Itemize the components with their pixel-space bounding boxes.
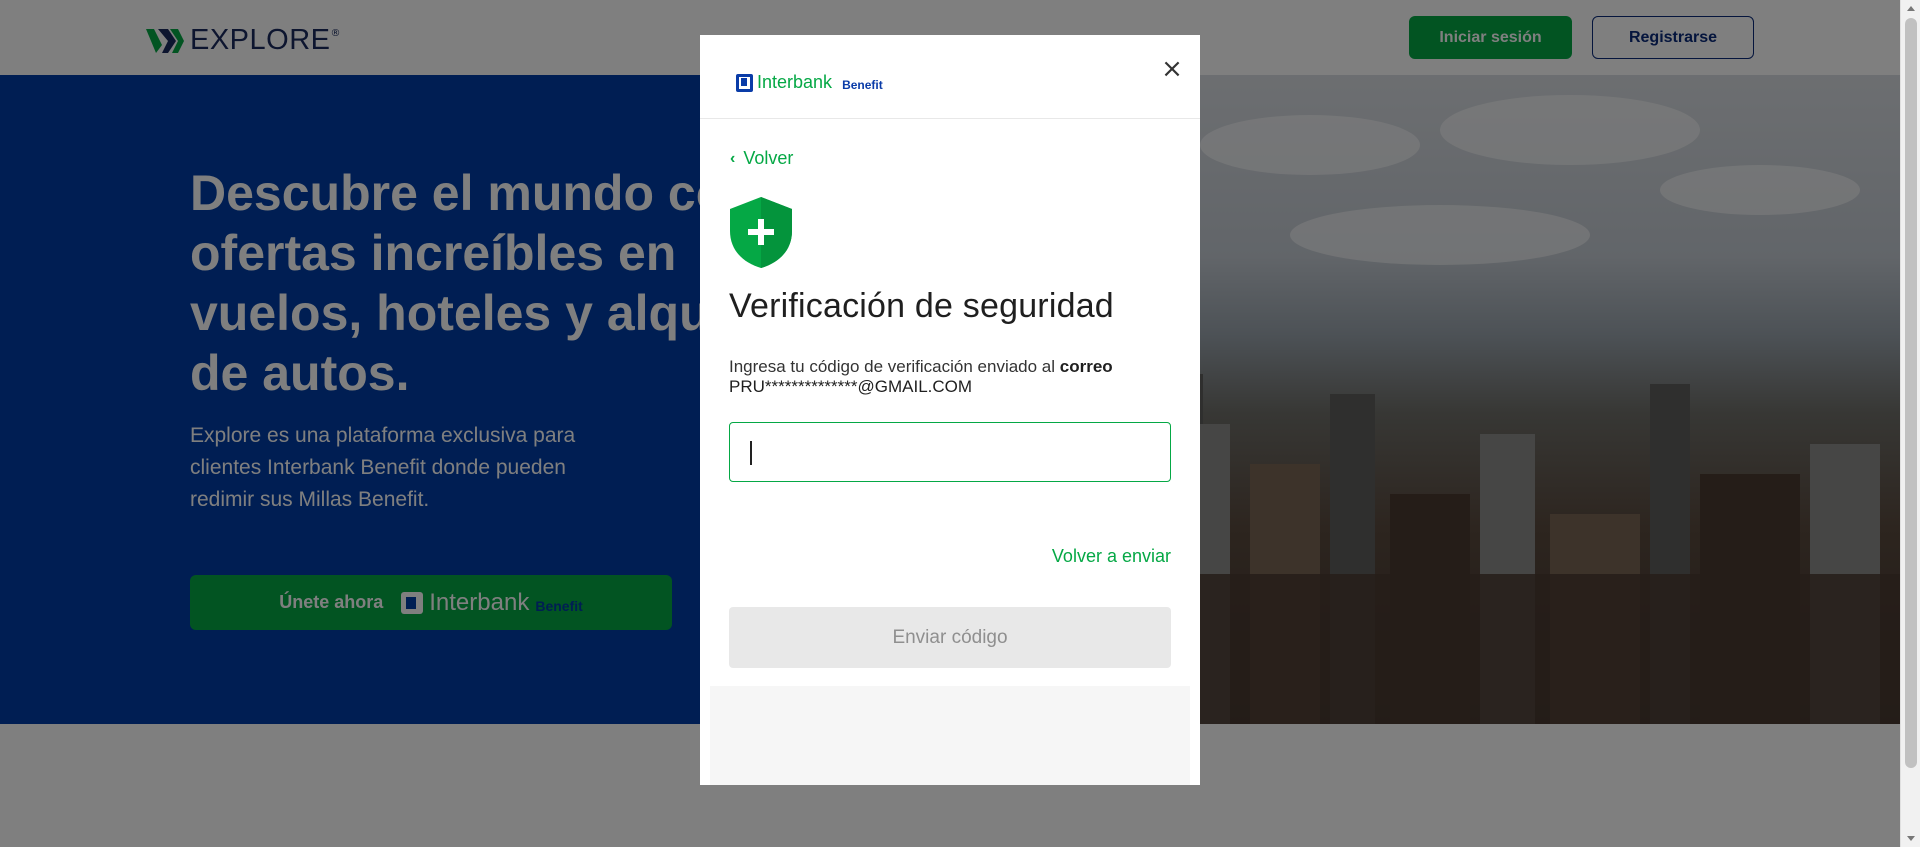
send-code-button[interactable]: Enviar código xyxy=(729,607,1171,668)
back-link[interactable]: ‹ Volver xyxy=(730,148,793,169)
resend-code-link[interactable]: Volver a enviar xyxy=(1040,546,1171,567)
modal-body: ‹ Volver Verificación de seguridad Ingre… xyxy=(710,120,1190,686)
modal-header: Interbank Benefit × xyxy=(700,35,1200,119)
scrollbar-thumb[interactable] xyxy=(1905,18,1917,768)
close-icon[interactable]: × xyxy=(1160,56,1184,82)
security-verification-modal: Interbank Benefit × ‹ Volver Verificació… xyxy=(700,35,1200,785)
interbank-wordmark: Interbank xyxy=(757,72,833,92)
benefit-wordmark: Benefit xyxy=(842,77,883,92)
back-label: Volver xyxy=(743,148,794,168)
interbank-benefit-logo: Interbank Benefit xyxy=(736,72,883,93)
verification-instruction: Ingresa tu código de verificación enviad… xyxy=(729,354,1179,379)
text-cursor xyxy=(750,441,752,465)
chevron-left-icon: ‹ xyxy=(730,149,736,167)
verification-code-input[interactable] xyxy=(729,422,1171,482)
instruction-text: Ingresa tu código de verificación enviad… xyxy=(729,357,1060,376)
page-scrollbar[interactable] xyxy=(1900,0,1920,847)
modal-footer xyxy=(710,686,1190,785)
scroll-up-icon[interactable] xyxy=(1907,6,1915,11)
shield-plus-icon xyxy=(730,197,792,268)
interbank-logo-icon xyxy=(736,73,753,92)
scroll-down-icon[interactable] xyxy=(1907,836,1915,841)
instruction-channel: correo xyxy=(1059,357,1113,376)
masked-email: PRU**************@GMAIL.COM xyxy=(729,377,973,396)
modal-title: Verificación de seguridad xyxy=(729,287,1114,325)
